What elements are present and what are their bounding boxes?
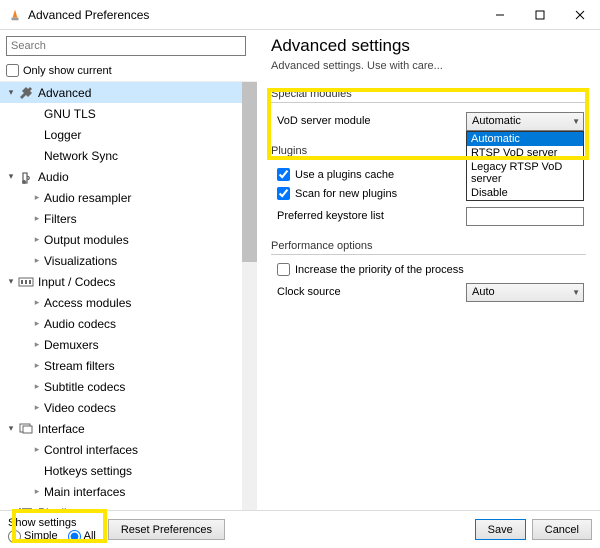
chevron-right-icon[interactable]: ▸: [30, 339, 44, 350]
chevron-right-icon[interactable]: ▸: [30, 402, 44, 413]
chevron-right-icon[interactable]: ▸: [30, 255, 44, 266]
use-plugins-cache-label: Use a plugins cache: [295, 169, 394, 181]
bottom-bar: Show settings Simple All Reset Preferenc…: [0, 510, 600, 548]
app-icon: [8, 8, 22, 22]
tree-item-audio[interactable]: ▾ Audio: [0, 166, 257, 187]
tree-item-hotkeys-settings[interactable]: Hotkeys settings: [0, 460, 257, 481]
simple-radio[interactable]: [8, 530, 21, 543]
interface-icon: [18, 421, 34, 437]
reset-preferences-button[interactable]: Reset Preferences: [108, 519, 225, 540]
only-show-current-label: Only show current: [23, 65, 112, 77]
chevron-right-icon[interactable]: ▸: [30, 486, 44, 497]
chevron-right-icon[interactable]: ▸: [30, 213, 44, 224]
increase-priority-checkbox[interactable]: [277, 263, 290, 276]
keystore-label: Preferred keystore list: [271, 210, 466, 222]
tree-item-output-modules[interactable]: ▸Output modules: [0, 229, 257, 250]
tree-item-control-interfaces[interactable]: ▸Control interfaces: [0, 439, 257, 460]
clock-source-label: Clock source: [271, 286, 466, 298]
right-pane: Advanced settings Advanced settings. Use…: [257, 30, 600, 510]
settings-title: Advanced settings: [271, 36, 586, 56]
chevron-down-icon[interactable]: ▾: [4, 276, 18, 287]
tree-item-video-codecs[interactable]: ▸Video codecs: [0, 397, 257, 418]
tree-item-input-codecs[interactable]: ▾ Input / Codecs: [0, 271, 257, 292]
tools-icon: [18, 85, 34, 101]
chevron-down-icon: ▼: [572, 117, 580, 126]
section-special-modules: Special modules: [271, 88, 586, 103]
tree-item-demuxers[interactable]: ▸Demuxers: [0, 334, 257, 355]
chevron-down-icon[interactable]: ▾: [4, 87, 18, 98]
tree-item-audio-codecs[interactable]: ▸Audio codecs: [0, 313, 257, 334]
chevron-down-icon[interactable]: ▾: [4, 507, 18, 510]
titlebar: Advanced Preferences: [0, 0, 600, 30]
section-performance: Performance options: [271, 240, 586, 255]
vod-server-value: Automatic: [472, 115, 521, 127]
chevron-right-icon[interactable]: ▸: [30, 234, 44, 245]
scan-new-plugins-label: Scan for new plugins: [295, 188, 397, 200]
tree-item-gnu-tls[interactable]: GNU TLS: [0, 103, 257, 124]
vod-server-dropdown-list[interactable]: Automatic RTSP VoD server Legacy RTSP Vo…: [466, 131, 584, 201]
chevron-down-icon[interactable]: ▾: [4, 423, 18, 434]
save-button[interactable]: Save: [475, 519, 526, 540]
vod-option-legacy-rtsp[interactable]: Legacy RTSP VoD server: [467, 160, 583, 186]
cancel-button[interactable]: Cancel: [532, 519, 592, 540]
show-settings-label: Show settings: [8, 517, 102, 529]
close-button[interactable]: [560, 0, 600, 30]
increase-priority-label: Increase the priority of the process: [295, 264, 464, 276]
preferences-tree[interactable]: ▾ Advanced GNU TLS Logger Network Sync ▾…: [0, 81, 257, 510]
chevron-right-icon[interactable]: ▸: [30, 318, 44, 329]
use-plugins-cache-checkbox[interactable]: [277, 168, 290, 181]
tree-item-network-sync[interactable]: Network Sync: [0, 145, 257, 166]
tree-item-interface[interactable]: ▾ Interface: [0, 418, 257, 439]
minimize-button[interactable]: [480, 0, 520, 30]
tree-item-main-interfaces[interactable]: ▸Main interfaces: [0, 481, 257, 502]
show-settings-all[interactable]: All: [68, 530, 96, 543]
tree-item-playlist[interactable]: ▾ Playlist: [0, 502, 257, 510]
window-title: Advanced Preferences: [28, 8, 480, 22]
tree-item-stream-filters[interactable]: ▸Stream filters: [0, 355, 257, 376]
tree-item-advanced[interactable]: ▾ Advanced: [0, 82, 257, 103]
codec-icon: [18, 274, 34, 290]
tree-item-subtitle-codecs[interactable]: ▸Subtitle codecs: [0, 376, 257, 397]
tree-item-filters[interactable]: ▸Filters: [0, 208, 257, 229]
chevron-right-icon[interactable]: ▸: [30, 192, 44, 203]
tree-item-visualizations[interactable]: ▸Visualizations: [0, 250, 257, 271]
vod-server-label: VoD server module: [271, 115, 466, 127]
chevron-right-icon[interactable]: ▸: [30, 360, 44, 371]
vod-option-rtsp[interactable]: RTSP VoD server: [467, 146, 583, 160]
all-radio[interactable]: [68, 530, 81, 543]
vod-option-automatic[interactable]: Automatic: [467, 132, 583, 146]
vod-option-disable[interactable]: Disable: [467, 186, 583, 200]
playlist-icon: [18, 505, 34, 511]
chevron-right-icon[interactable]: ▸: [30, 297, 44, 308]
tree-item-audio-resampler[interactable]: ▸Audio resampler: [0, 187, 257, 208]
tree-scrollbar[interactable]: [242, 82, 257, 510]
search-input[interactable]: [6, 36, 246, 56]
chevron-down-icon: ▼: [572, 288, 580, 297]
clock-source-value: Auto: [472, 286, 495, 298]
only-show-current-checkbox[interactable]: [6, 64, 19, 77]
maximize-button[interactable]: [520, 0, 560, 30]
settings-hint: Advanced settings. Use with care...: [271, 60, 586, 72]
vod-server-dropdown[interactable]: Automatic ▼ Automatic RTSP VoD server Le…: [466, 112, 584, 131]
audio-icon: [18, 169, 34, 185]
clock-source-dropdown[interactable]: Auto ▼: [466, 283, 584, 302]
tree-item-access-modules[interactable]: ▸Access modules: [0, 292, 257, 313]
chevron-down-icon[interactable]: ▾: [4, 171, 18, 182]
chevron-right-icon[interactable]: ▸: [30, 444, 44, 455]
tree-item-logger[interactable]: Logger: [0, 124, 257, 145]
scan-new-plugins-checkbox[interactable]: [277, 187, 290, 200]
chevron-right-icon[interactable]: ▸: [30, 381, 44, 392]
keystore-input[interactable]: [466, 207, 584, 226]
left-pane: Only show current ▾ Advanced GNU TLS Log…: [0, 30, 257, 510]
show-settings-simple[interactable]: Simple: [8, 530, 58, 543]
